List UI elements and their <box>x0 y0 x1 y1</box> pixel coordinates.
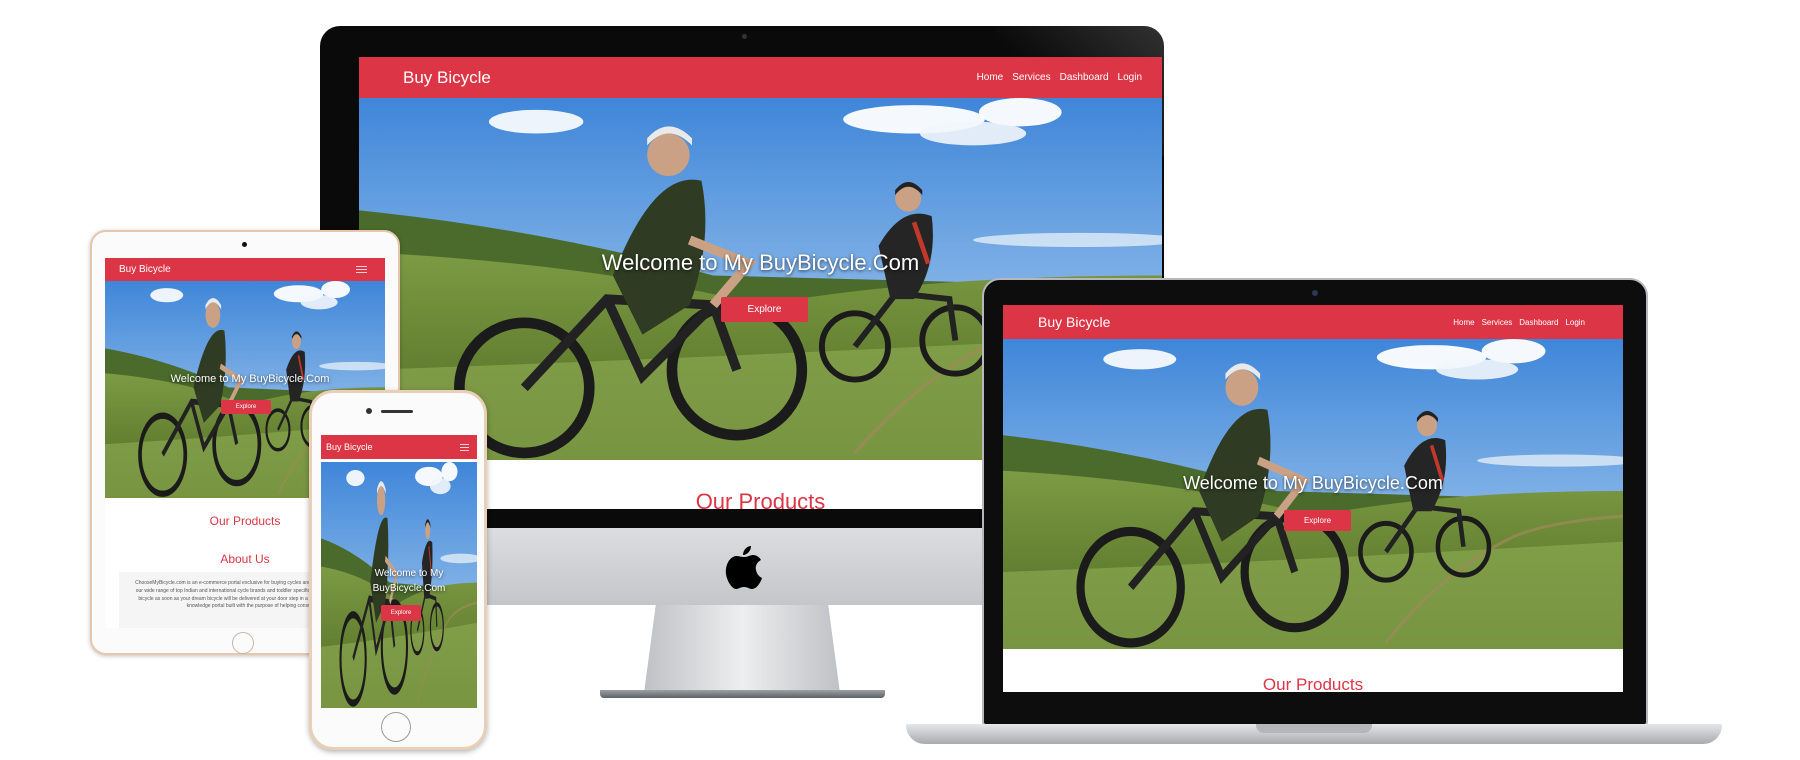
brand-logo[interactable]: Buy Bicycle <box>1038 314 1110 330</box>
hero-title: Welcome to My BuyBicycle.Com <box>601 250 920 275</box>
hero-title-line-2: BuyBicycle.Com <box>372 583 446 594</box>
explore-button[interactable]: Explore <box>1284 510 1351 531</box>
nav-services[interactable]: Services <box>1012 72 1050 83</box>
brand-logo[interactable]: Buy Bicycle <box>326 442 373 452</box>
brand-logo[interactable]: Buy Bicycle <box>403 68 491 88</box>
nav-dashboard[interactable]: Dashboard <box>1060 72 1109 83</box>
imac-stand <box>644 605 840 693</box>
navbar: Buy Bicycle Home Services Dashboard Logi… <box>1003 305 1623 339</box>
hamburger-menu-icon[interactable] <box>460 443 469 451</box>
brand-logo[interactable]: Buy Bicycle <box>119 264 171 275</box>
imac-foot <box>600 690 885 698</box>
macbook-camera <box>1312 290 1318 296</box>
nav-links: Home Services Dashboard Login <box>1453 318 1585 327</box>
nav-home[interactable]: Home <box>1453 318 1474 327</box>
products-heading: Our Products <box>1262 675 1364 692</box>
navbar: Buy Bicycle <box>321 432 477 459</box>
navbar: Buy Bicycle <box>105 258 385 281</box>
hero-image <box>1003 339 1623 649</box>
nav-dashboard[interactable]: Dashboard <box>1519 318 1558 327</box>
iphone-home-button[interactable] <box>381 712 411 742</box>
explore-button[interactable]: Explore <box>721 297 808 322</box>
explore-button[interactable]: Explore <box>221 400 271 414</box>
iphone-camera <box>366 408 372 414</box>
nav-services[interactable]: Services <box>1482 318 1513 327</box>
hero-title: Welcome to My BuyBicycle.Com <box>1183 473 1443 493</box>
hero-title: Welcome to My BuyBicycle.Com <box>321 566 477 596</box>
macbook-notch <box>1256 724 1372 733</box>
apple-logo-icon <box>725 546 762 589</box>
nav-home[interactable]: Home <box>977 72 1004 83</box>
ipad-home-button[interactable] <box>232 632 254 654</box>
hero-banner: Welcome to My BuyBicycle.Com Explore <box>1003 339 1623 649</box>
navbar: Buy Bicycle Home Services Dashboard Logi… <box>359 57 1162 98</box>
hamburger-menu-icon[interactable] <box>356 266 367 273</box>
macbook-screen: Buy Bicycle Home Services Dashboard Logi… <box>1003 305 1623 692</box>
hero-banner: Welcome to My BuyBicycle.Com Explore <box>321 462 477 708</box>
nav-login[interactable]: Login <box>1565 318 1585 327</box>
iphone-speaker <box>381 410 413 413</box>
explore-button[interactable]: Explore <box>381 605 421 621</box>
imac-camera <box>742 34 747 39</box>
hero-title-line-1: Welcome to My <box>374 568 444 579</box>
hero-title: Welcome to My BuyBicycle.Com <box>170 373 330 385</box>
nav-login[interactable]: Login <box>1118 72 1142 83</box>
iphone-screen: Buy Bicycle Welcome to My BuyBicycle.Com… <box>321 432 477 708</box>
nav-links: Home Services Dashboard Login <box>977 72 1142 83</box>
ipad-camera <box>242 242 247 247</box>
